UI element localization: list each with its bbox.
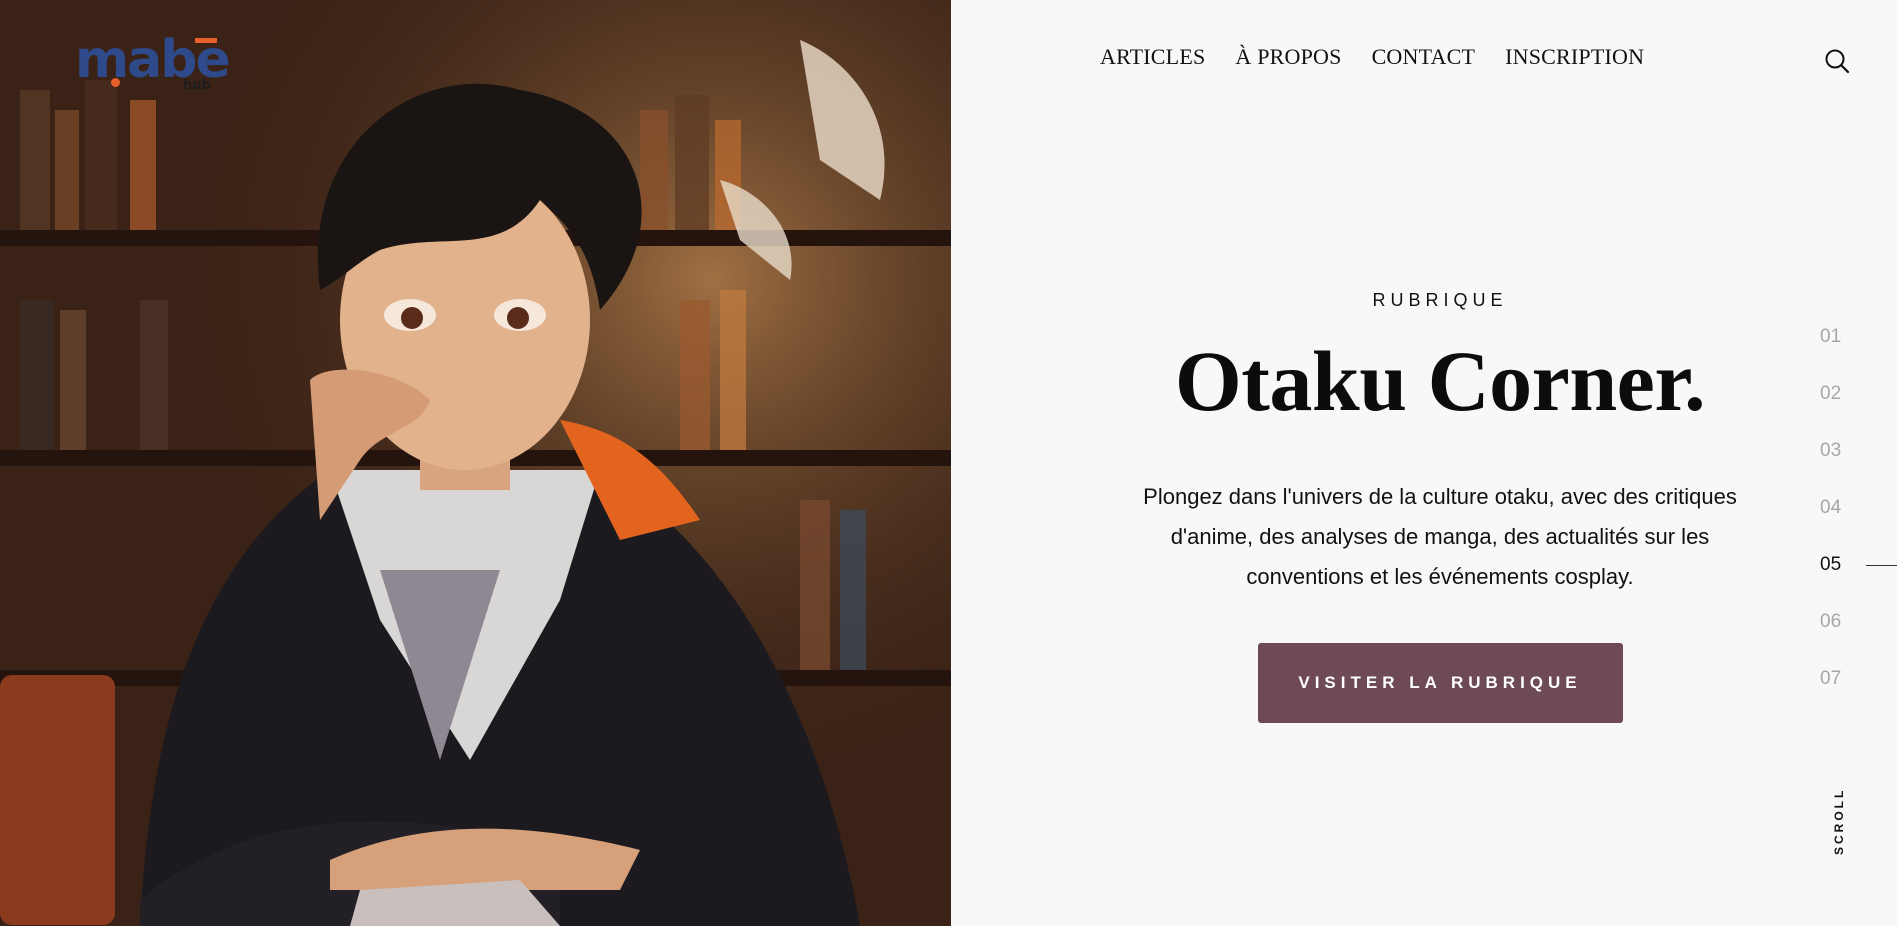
section-intro: RUBRIQUE Otaku Corner. Plongez dans l'un… xyxy=(1060,290,1820,723)
anime-illustration xyxy=(0,0,951,926)
pager-item-02[interactable]: 02 xyxy=(1820,382,1897,439)
pager-item-03[interactable]: 03 xyxy=(1820,439,1897,496)
section-description: Plongez dans l'univers de la culture ota… xyxy=(1143,484,1737,589)
nav-a-propos[interactable]: À PROPOS xyxy=(1235,44,1341,70)
active-indicator-line xyxy=(1866,565,1897,566)
nav-inscription[interactable]: INSCRIPTION xyxy=(1505,44,1644,70)
scroll-indicator[interactable]: SCROLL xyxy=(1832,775,1852,855)
pager-item-06[interactable]: 06 xyxy=(1820,610,1897,667)
main-nav: ARTICLES À PROPOS CONTACT INSCRIPTION xyxy=(1100,44,1644,70)
nav-contact[interactable]: CONTACT xyxy=(1372,44,1476,70)
hero-image: mabe hub xyxy=(0,0,951,926)
page-title: Otaku Corner. xyxy=(1174,333,1706,429)
slide-pager: 01 02 03 04 05 06 07 xyxy=(1820,325,1897,724)
logo-subtext: hub xyxy=(183,78,211,93)
section-eyebrow: RUBRIQUE xyxy=(1372,290,1508,310)
pager-item-01[interactable]: 01 xyxy=(1820,325,1897,382)
pager-item-05[interactable]: 05 xyxy=(1820,553,1897,610)
pager-item-07[interactable]: 07 xyxy=(1820,667,1897,724)
site-logo[interactable]: mabe hub xyxy=(75,30,231,94)
logo-bar-icon xyxy=(195,38,217,43)
pager-item-label: 05 xyxy=(1820,554,1842,575)
nav-articles[interactable]: ARTICLES xyxy=(1100,44,1205,70)
visit-section-button[interactable]: VISITER LA RUBRIQUE xyxy=(1257,643,1623,723)
logo-dot-icon xyxy=(111,78,120,87)
pager-item-04[interactable]: 04 xyxy=(1820,496,1897,553)
search-icon[interactable] xyxy=(1824,48,1850,74)
